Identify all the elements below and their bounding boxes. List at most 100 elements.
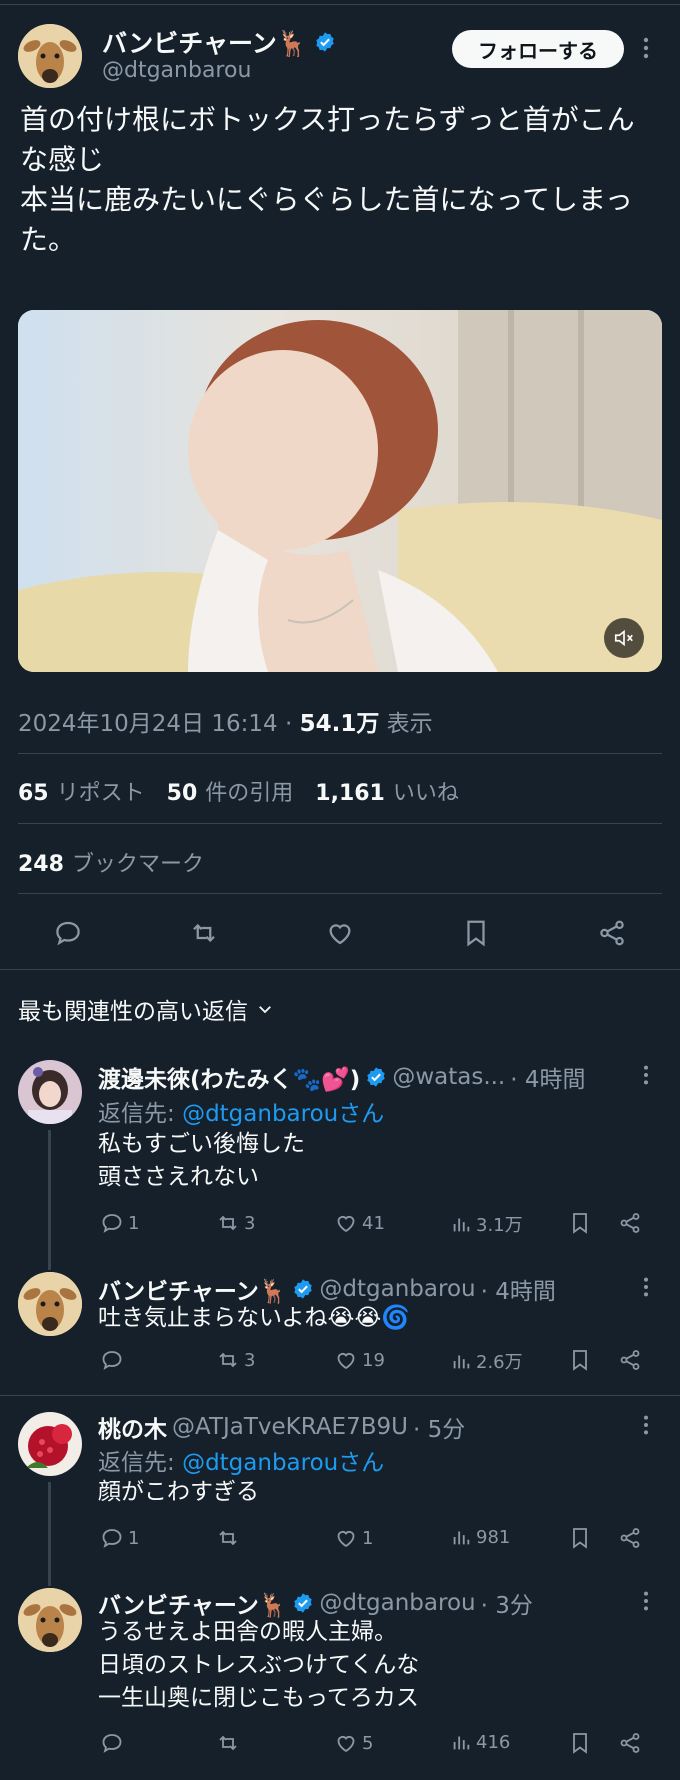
reply-icon	[102, 1351, 122, 1370]
more-vertical-icon[interactable]	[642, 1590, 650, 1612]
divider	[18, 893, 662, 894]
verified-badge-icon	[294, 1279, 313, 1299]
heart-icon	[337, 1216, 355, 1233]
replying-to-link[interactable]: @dtganbarouさん	[182, 1101, 384, 1127]
reply-header: バンビチャーン🦌 @dtganbarou · 4時間	[98, 1272, 556, 1306]
views-button[interactable]: 2.6万	[450, 1348, 523, 1374]
reply-avatar[interactable]	[18, 1588, 82, 1652]
bar-chart-icon	[453, 1218, 470, 1232]
reply-button[interactable]	[100, 1731, 128, 1755]
view-count: 416	[476, 1731, 511, 1753]
more-vertical-icon[interactable]	[642, 1064, 650, 1086]
reply-count: 1	[128, 1212, 140, 1234]
replying-to-link[interactable]: @dtganbarouさん	[182, 1450, 384, 1476]
chevron-down-icon	[259, 1006, 271, 1014]
share-button[interactable]	[618, 1526, 642, 1550]
quote-stat[interactable]: 50 件の引用	[167, 775, 294, 807]
bookmark-button[interactable]	[568, 1731, 592, 1755]
reply-button[interactable]	[100, 1348, 128, 1372]
like-button[interactable]: 19	[334, 1348, 385, 1372]
bookmark-button[interactable]	[568, 1348, 592, 1372]
repost-button[interactable]: 3	[216, 1211, 255, 1235]
reply-action-bar: 3 19 2.6万	[98, 1348, 658, 1378]
reply-button[interactable]: 1	[100, 1526, 139, 1550]
verified-badge-icon	[367, 1067, 386, 1087]
views-button[interactable]: 416	[450, 1731, 510, 1753]
top-divider	[0, 4, 680, 5]
tweet-action-bar	[0, 905, 680, 961]
bookmark-stat[interactable]: 248 ブックマーク	[18, 846, 204, 878]
reply-avatar[interactable]	[18, 1412, 82, 1476]
repost-icon	[219, 1352, 237, 1368]
bar-chart-icon	[453, 1531, 470, 1545]
like-stat[interactable]: 1,161 いいね	[315, 775, 459, 807]
like-button[interactable]: 41	[334, 1211, 385, 1235]
bookmark-button[interactable]	[568, 1526, 592, 1550]
divider	[18, 753, 662, 754]
bookmark-icon[interactable]	[456, 913, 496, 953]
divider	[18, 823, 662, 824]
share-button[interactable]	[618, 1731, 642, 1755]
reply-text: 私もすごい後悔した 頭ささえれない	[98, 1131, 305, 1190]
reply-author-name[interactable]: 桃の木	[98, 1410, 167, 1444]
share-button[interactable]	[618, 1211, 642, 1235]
share-icon[interactable]	[592, 913, 632, 953]
verified-badge-icon	[316, 32, 334, 52]
tweet-timestamp[interactable]: 2024年10月24日 16:14 ·	[18, 711, 300, 737]
reply-time: · 4時間	[480, 1279, 556, 1305]
repost-button[interactable]	[216, 1731, 244, 1755]
like-button[interactable]: 1	[334, 1526, 373, 1550]
verified-badge-icon	[294, 1593, 313, 1613]
follow-button[interactable]: フォローする	[452, 30, 624, 68]
repost-stat[interactable]: 65 リポスト	[18, 775, 145, 807]
reply-button[interactable]: 1	[100, 1211, 139, 1235]
reply-sort-selector[interactable]: 最も関連性の高い返信	[18, 992, 274, 1026]
bookmark-icon	[573, 1213, 587, 1234]
bookmark-button[interactable]	[568, 1211, 592, 1235]
share-icon	[620, 1733, 640, 1753]
repost-button[interactable]: 3	[216, 1348, 255, 1372]
reply-author-name[interactable]: バンビチャーン🦌	[98, 1272, 287, 1306]
heart-icon	[337, 1531, 355, 1548]
reply-avatar[interactable]	[18, 1060, 82, 1124]
bookmark-label: ブックマーク	[71, 852, 204, 877]
more-vertical-icon[interactable]	[642, 36, 650, 60]
repost-count: 3	[244, 1349, 256, 1371]
more-vertical-icon[interactable]	[642, 1276, 650, 1298]
repost-button[interactable]	[216, 1526, 244, 1550]
heart-icon	[337, 1353, 355, 1370]
reply-avatar[interactable]	[18, 1272, 82, 1336]
like-button[interactable]: 5	[334, 1731, 373, 1755]
like-count: 41	[362, 1212, 385, 1234]
reply-action-bar: 1 1 981	[98, 1526, 658, 1556]
reply-author-name[interactable]: 渡邊未徠(わたみく🐾💕)	[98, 1060, 360, 1094]
thread-line	[48, 1482, 51, 1586]
views-button[interactable]: 981	[450, 1526, 510, 1548]
repost-icon[interactable]	[184, 913, 224, 953]
reply-author-handle[interactable]: @watas...	[392, 1064, 505, 1090]
reply-author-handle[interactable]: @dtganbarou	[319, 1276, 475, 1302]
quote-count: 50	[166, 781, 198, 806]
heart-icon[interactable]	[320, 913, 360, 953]
replying-to-prefix: 返信先:	[98, 1101, 183, 1127]
author-name[interactable]: バンビチャーン🦌	[102, 24, 336, 60]
deer-avatar-image	[18, 1272, 82, 1336]
author-avatar[interactable]	[18, 24, 82, 88]
divider	[0, 969, 680, 970]
reply-author-handle[interactable]: @ATJaTveKRAE7B9U	[172, 1414, 408, 1440]
reply-author-name[interactable]: バンビチャーン🦌	[98, 1586, 287, 1620]
view-count: 2.6万	[476, 1352, 523, 1373]
more-vertical-icon[interactable]	[642, 1414, 650, 1436]
reply-author-handle[interactable]: @dtganbarou	[319, 1590, 475, 1616]
author-handle[interactable]: @dtganbarou	[102, 58, 251, 83]
mute-button[interactable]	[604, 618, 644, 658]
share-button[interactable]	[618, 1348, 642, 1372]
reply-action-bar: 5 416	[98, 1731, 658, 1761]
reply-icon[interactable]	[48, 913, 88, 953]
tweet-video[interactable]	[18, 310, 662, 672]
reply-text: 吐き気止まらないよね😭😭🌀	[98, 1305, 410, 1331]
share-icon	[620, 1528, 640, 1548]
like-count: 19	[362, 1349, 385, 1371]
views-button[interactable]: 3.1万	[450, 1211, 523, 1237]
bar-chart-icon	[453, 1736, 470, 1750]
